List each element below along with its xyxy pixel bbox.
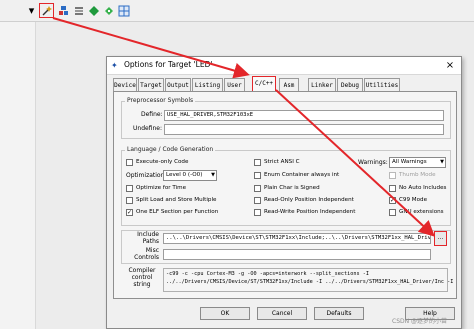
watermark: CSDN @逐梦的小苗 [392, 318, 448, 325]
arrow-to-cc-tab [52, 17, 250, 79]
arrow-to-browse-button [275, 89, 435, 237]
annotation-arrows [52, 17, 435, 237]
